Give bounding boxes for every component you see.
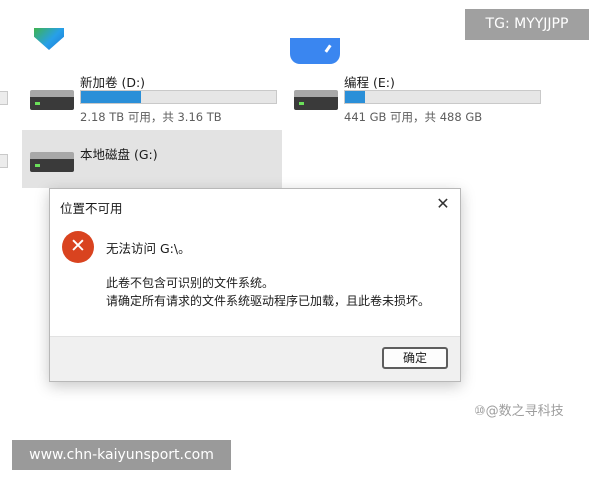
drive-item-d[interactable]: 新加卷 (D:) 2.18 TB 可用，共 3.16 TB (28, 68, 278, 124)
drive-label: 编程 (E:) (344, 75, 395, 90)
drive-item-e[interactable]: 编程 (E:) 441 GB 可用，共 488 GB (292, 68, 542, 124)
drive-bar-partial (0, 91, 8, 105)
app-icon (290, 38, 340, 64)
website-badge: www.chn-kaiyunsport.com (12, 440, 231, 470)
drive-size: 441 GB 可用，共 488 GB (344, 110, 483, 124)
hard-drive-icon (294, 90, 338, 112)
usage-bar (80, 90, 277, 104)
app-icon (34, 28, 64, 50)
hard-drive-icon (30, 90, 74, 112)
error-message: 无法访问 G:\。 (106, 241, 191, 256)
dialog-footer: 确定 (50, 336, 460, 381)
error-icon: ✕ (62, 231, 94, 263)
telegram-badge: TG: MYYJJPP (465, 9, 589, 40)
dialog-title: 位置不可用 (60, 201, 123, 216)
hard-drive-icon (30, 152, 74, 174)
usage-bar-fill (81, 91, 142, 103)
usage-bar (344, 90, 541, 104)
drive-bar-partial (0, 154, 8, 168)
error-detail: 此卷不包含可识别的文件系统。 (106, 276, 275, 290)
watermark: ⑩@数之寻科技 (474, 404, 564, 419)
close-icon[interactable]: ✕ (430, 192, 456, 216)
drive-label: 本地磁盘 (G:) (80, 147, 158, 162)
error-detail: 请确定所有请求的文件系统驱动程序已加载，且此卷未损坏。 (106, 294, 431, 308)
drive-size: 2.18 TB 可用，共 3.16 TB (80, 110, 222, 124)
location-unavailable-dialog: 位置不可用 ✕ ✕ 无法访问 G:\。 此卷不包含可识别的文件系统。 请确定所有… (49, 188, 461, 382)
drive-item-g[interactable]: 本地磁盘 (G:) (22, 130, 282, 188)
usage-bar-fill (345, 91, 365, 103)
drive-label: 新加卷 (D:) (80, 75, 146, 90)
ok-button[interactable]: 确定 (382, 347, 448, 369)
